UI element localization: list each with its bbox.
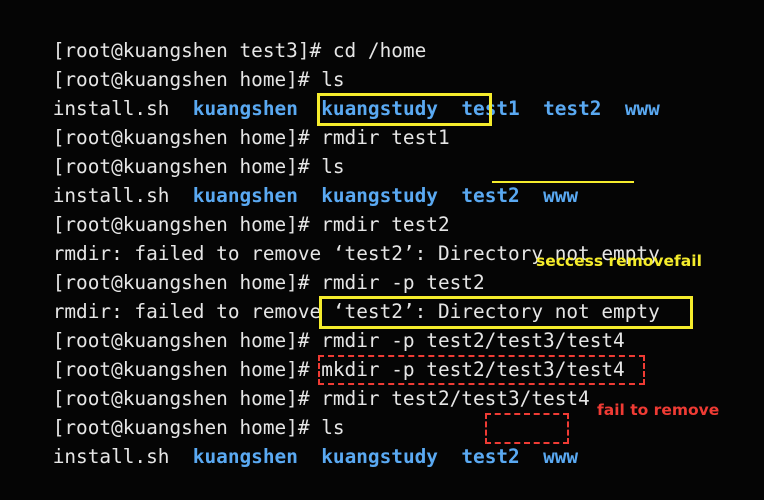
dir-name: test2 [461, 184, 520, 207]
dir-name: www [543, 184, 579, 207]
terminal-line-rmdir-test1: [root@kuangshen home]# rmdir test1 [6, 94, 450, 149]
fail-annotation: fail to remove [597, 401, 720, 419]
terminal-line-rmdir-p-nested: [root@kuangshen home]# rmdir -p test2/te… [6, 297, 625, 352]
terminal-line-error: rmdir: failed to remove ‘test2’: Directo… [6, 210, 660, 265]
dir-name: kuangshen [192, 445, 298, 468]
terminal-window[interactable]: [root@kuangshen test3]# cd /home [root@k… [0, 0, 764, 468]
terminal-line-rmdir-nested: [root@kuangshen home]# rmdir test2/test3… [6, 355, 590, 410]
underline-test2-www [492, 181, 634, 183]
terminal-line-ls-output: install.sh kuangshen kuangstudy test1 te… [6, 65, 660, 120]
terminal-line-mkdir-p-nested: [root@kuangshen home]# mkdir -p test2/te… [6, 326, 625, 381]
terminal-line-cd: [root@kuangshen test3]# cd /home [6, 7, 427, 62]
dir-name: www [543, 445, 579, 468]
file-name: install.sh [52, 445, 193, 468]
dir-name: test2 [543, 97, 602, 120]
terminal-line-rmdir-p-test2: [root@kuangshen home]# rmdir -p test2 [6, 239, 485, 294]
dir-name: www [624, 97, 660, 120]
dir-name: test1 [461, 97, 520, 120]
terminal-line-ls: [root@kuangshen home]# ls [6, 123, 345, 178]
terminal-line-ls-output: install.sh kuangshen kuangstudy test2 ww… [6, 152, 578, 207]
dir-name: test2 [461, 445, 520, 468]
terminal-line-ls: [root@kuangshen home]# ls [6, 384, 345, 439]
terminal-line-rmdir-test2: [root@kuangshen home]# rmdir test2 [6, 181, 450, 236]
terminal-line-ls: [root@kuangshen home]# ls [6, 36, 345, 91]
dir-name: kuangstudy [321, 445, 438, 468]
terminal-line-ls-output: install.sh kuangshen kuangstudy test2 ww… [6, 413, 578, 468]
terminal-line-error: rmdir: failed to remove ‘test2’: Directo… [6, 268, 660, 323]
success-annotation: seccess removefail [536, 252, 702, 270]
